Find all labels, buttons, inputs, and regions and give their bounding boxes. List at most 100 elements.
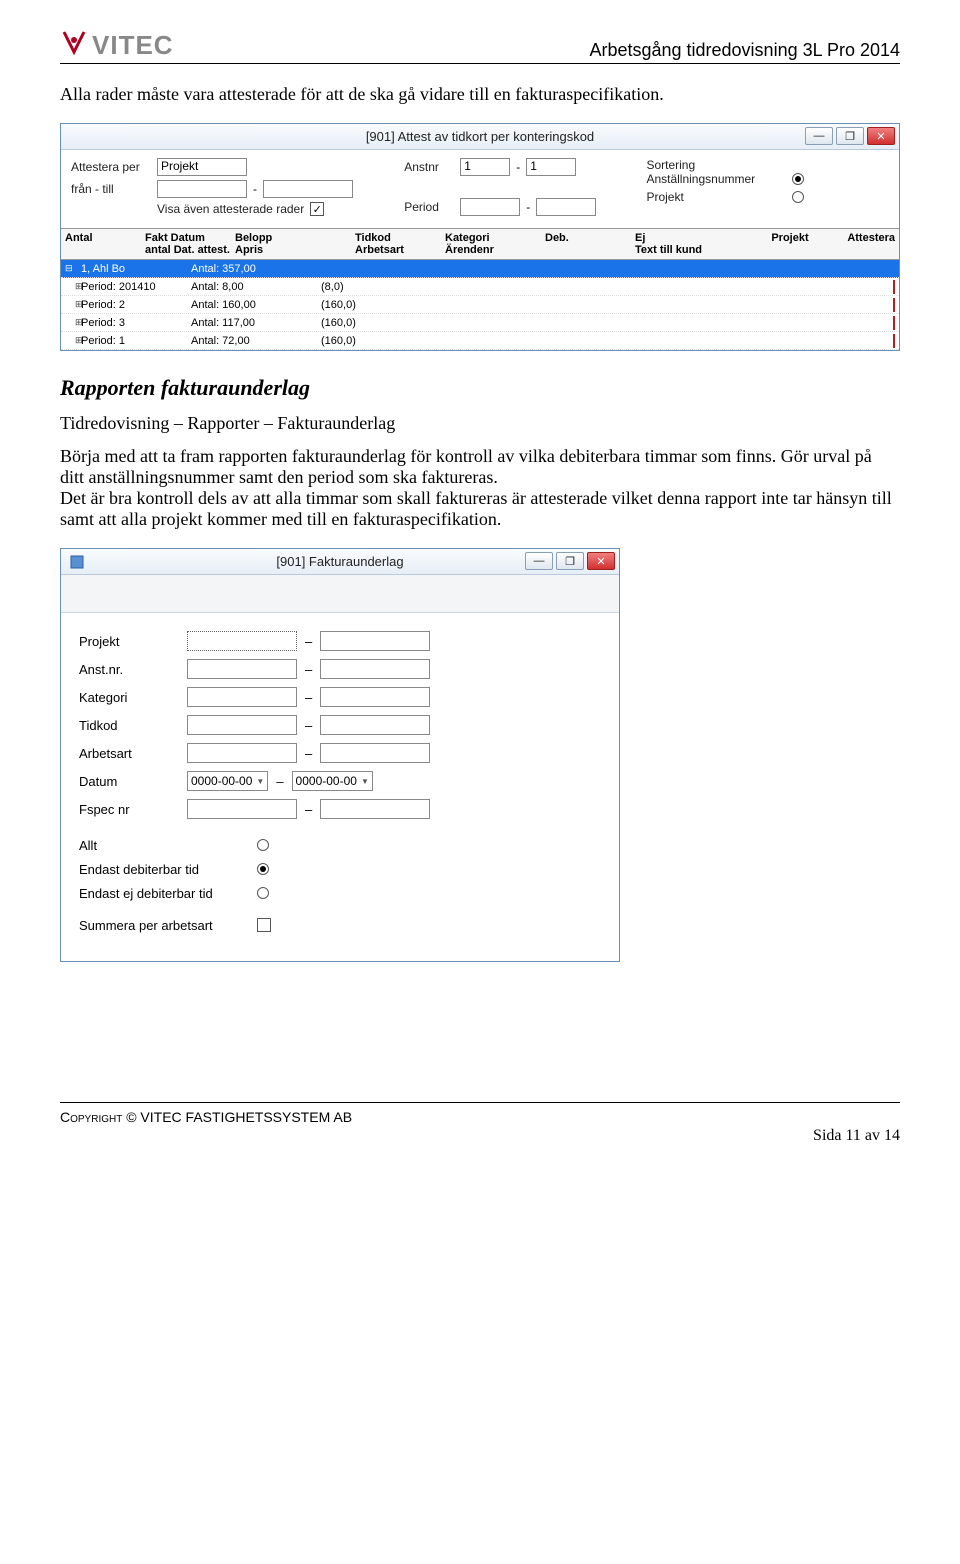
anstnr-to-field[interactable]: 1: [526, 158, 576, 176]
anstnr-from-field[interactable]: 1: [460, 158, 510, 176]
row-antal: Antal: 72,00: [191, 335, 321, 347]
logo-text: VITEC: [92, 30, 174, 61]
datum-to-field[interactable]: 0000-00-00 ▼: [292, 771, 373, 791]
tidkod-from-field[interactable]: [187, 715, 297, 735]
row-value: (160,0): [321, 299, 401, 311]
projekt-from-field[interactable]: [187, 631, 297, 651]
kategori-from-field[interactable]: [187, 687, 297, 707]
table-row[interactable]: ⊞Period: 2Antal: 160,00(160,0): [61, 296, 899, 314]
col-arbetsart: Arbetsart: [355, 244, 445, 256]
label-kategori: Kategori: [79, 690, 179, 705]
col-tidkod: Tidkod: [355, 232, 445, 244]
fakturaunderlag-titlebar: [901] Fakturaunderlag — ❐ ✕: [61, 549, 619, 575]
col-text-kund: Text till kund: [635, 244, 765, 256]
fakturaunderlag-form: Projekt – Anst.nr. – Kategori – Tidkod –…: [61, 613, 619, 961]
document-title: Arbetsgång tidredovisning 3L Pro 2014: [589, 40, 900, 61]
dash-anstnr: –: [305, 662, 312, 677]
period-to-field[interactable]: [536, 198, 596, 216]
col-arendenr: Ärendenr: [445, 244, 545, 256]
attestera-per-field[interactable]: Projekt: [157, 158, 247, 176]
label-sort-projekt: Projekt: [646, 190, 786, 204]
calendar-icon: [893, 298, 895, 312]
calendar-icon: [893, 316, 895, 330]
body-paragraph-2a: Börja med att ta fram rapporten fakturau…: [60, 446, 900, 488]
tree-expander-icon[interactable]: ⊞: [65, 299, 81, 310]
page-header: VITEC Arbetsgång tidredovisning 3L Pro 2…: [60, 30, 900, 64]
toolbar-area: [61, 575, 619, 613]
radio-endast-ej[interactable]: [257, 887, 269, 899]
till-field[interactable]: [263, 180, 353, 198]
projekt-to-field[interactable]: [320, 631, 430, 651]
table-row[interactable]: ⊞Period: 201410Antal: 8,00(8,0): [61, 278, 899, 296]
logo: VITEC: [60, 30, 174, 61]
anstnr-from-field2[interactable]: [187, 659, 297, 679]
restore-button[interactable]: ❐: [836, 127, 864, 145]
label-projekt2: Projekt: [79, 634, 179, 649]
radio-allt[interactable]: [257, 839, 269, 851]
tree-expander-icon[interactable]: ⊟: [65, 263, 81, 274]
table-row[interactable]: ⊞Period: 3Antal: 117,00(160,0): [61, 314, 899, 332]
visa-attesterade-checkbox[interactable]: ✓: [310, 202, 324, 216]
fakturaunderlag-title: [901] Fakturaunderlag: [276, 554, 403, 569]
label-sortering: Sortering: [646, 158, 889, 172]
col-faktdatum: Fakt Datum: [145, 232, 235, 244]
date-to-value: 0000-00-00: [296, 774, 357, 788]
anstnr-to-field2[interactable]: [320, 659, 430, 679]
label-endast-deb: Endast debiterbar tid: [79, 862, 249, 877]
fspec-to-field[interactable]: [320, 799, 430, 819]
fran-field[interactable]: [157, 180, 247, 198]
label-summera: Summera per arbetsart: [79, 918, 249, 933]
arbetsart-to-field[interactable]: [320, 743, 430, 763]
dash-arbetsart: –: [305, 746, 312, 761]
table-row[interactable]: ⊟1, Ahl BoAntal: 357,00: [61, 260, 899, 278]
tree-expander-icon[interactable]: ⊞: [65, 317, 81, 328]
period-from-field[interactable]: [460, 198, 520, 216]
summera-checkbox[interactable]: [257, 918, 271, 932]
dash2: -: [516, 160, 520, 174]
datum-from-field[interactable]: 0000-00-00 ▼: [187, 771, 268, 791]
row-label: Period: 1: [81, 335, 191, 347]
attest-form: Attestera per Projekt från - till - Visa…: [61, 150, 899, 228]
restore-button-2[interactable]: ❐: [556, 552, 584, 570]
col-projekt: Projekt: [771, 232, 808, 244]
tree-expander-icon[interactable]: ⊞: [65, 281, 81, 292]
attest-window-titlebar: [901] Attest av tidkort per konteringsko…: [61, 124, 899, 150]
dash-projekt: –: [305, 634, 312, 649]
calendar-icon: [893, 280, 895, 294]
minimize-button[interactable]: —: [805, 127, 833, 145]
radio-sort-anst[interactable]: [792, 173, 804, 185]
label-visa-attesterade: Visa även attesterade rader: [157, 202, 304, 216]
dash: -: [253, 182, 257, 196]
grid-body: ⊟1, Ahl BoAntal: 357,00 ⊞Period: 201410A…: [61, 260, 899, 350]
close-button-2[interactable]: ✕: [587, 552, 615, 570]
label-sort-anst: Anställningsnummer: [646, 172, 786, 186]
label-fspec: Fspec nr: [79, 802, 179, 817]
page-number: Sida 11 av 14: [813, 1109, 900, 1145]
radio-sort-projekt[interactable]: [792, 191, 804, 203]
minimize-button-2[interactable]: —: [525, 552, 553, 570]
radio-endast-deb[interactable]: [257, 863, 269, 875]
col-deb: Deb.: [545, 232, 635, 244]
breadcrumb-text: Tidredovisning – Rapporter – Fakturaunde…: [60, 413, 900, 434]
row-label: Period: 3: [81, 317, 191, 329]
attest-window-title: [901] Attest av tidkort per konteringsko…: [366, 129, 594, 144]
tidkod-to-field[interactable]: [320, 715, 430, 735]
dash3: -: [526, 200, 530, 214]
tree-expander-icon[interactable]: ⊞: [65, 335, 81, 346]
row-antal: Antal: 160,00: [191, 299, 321, 311]
kategori-to-field[interactable]: [320, 687, 430, 707]
logo-icon: [60, 30, 88, 61]
label-endast-ej: Endast ej debiterbar tid: [79, 886, 249, 901]
fspec-from-field[interactable]: [187, 799, 297, 819]
table-row[interactable]: ⊞Period: 1Antal: 72,00(160,0): [61, 332, 899, 350]
col-ej: Ej: [635, 232, 765, 244]
row-antal: Antal: 117,00: [191, 317, 321, 329]
row-antal: Antal: 8,00: [191, 281, 321, 293]
close-button[interactable]: ✕: [867, 127, 895, 145]
dash-datum: –: [276, 774, 283, 789]
arbetsart-from-field[interactable]: [187, 743, 297, 763]
intro-paragraph: Alla rader måste vara attesterade för at…: [60, 84, 900, 105]
col-belopp: Belopp: [235, 232, 355, 244]
app-icon: [69, 554, 85, 573]
row-value: (8,0): [321, 281, 401, 293]
